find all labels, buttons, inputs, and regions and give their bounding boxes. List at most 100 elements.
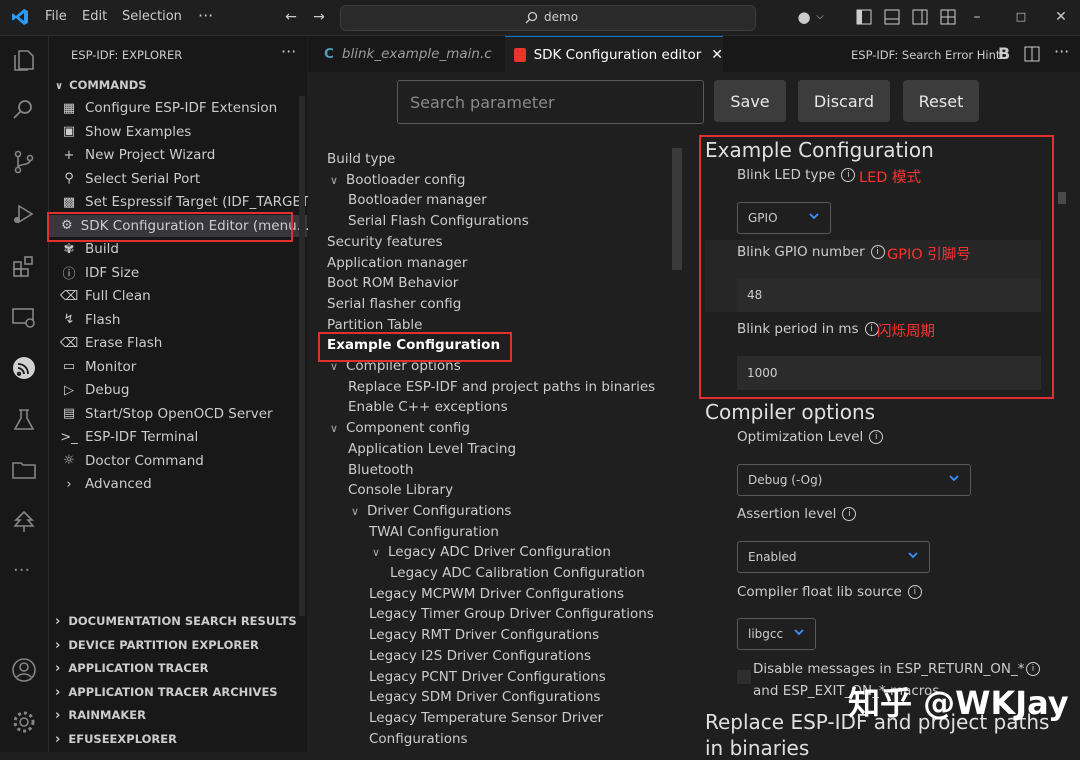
sidebar-command-item[interactable]: >_ESP-IDF Terminal [61,426,198,448]
espressif-icon[interactable] [10,354,38,382]
sidebar-command-item[interactable]: ▣Show Examples [61,121,191,143]
config-tree-item[interactable]: Configurations [369,731,468,747]
config-tree-item[interactable]: Enable C++ exceptions [348,399,508,415]
toggle-secondary-sidebar-icon[interactable] [912,9,928,25]
explorer-icon[interactable] [10,46,38,74]
save-button[interactable]: Save [714,80,786,122]
config-tree-item[interactable]: Legacy SDM Driver Configurations [369,689,600,705]
more-icon[interactable]: ··· [13,560,30,581]
remote-explorer-icon[interactable] [10,304,38,332]
sidebar-section-header[interactable]: ›DEVICE PARTITION EXPLORER [55,638,259,653]
sidebar-command-item[interactable]: ⚲Select Serial Port [61,168,200,190]
account-icon[interactable] [10,656,38,684]
config-tree-item[interactable]: Legacy RMT Driver Configurations [369,627,599,643]
toggle-panel-icon[interactable] [884,9,900,25]
config-tree-item[interactable]: ∨Legacy ADC Driver Configuration [372,544,611,560]
menu-selection[interactable]: Selection [122,9,182,24]
sidebar-command-item[interactable]: ▭Monitor [61,356,136,378]
config-tree-item[interactable]: Boot ROM Behavior [327,275,458,291]
command-center[interactable]: demo [340,5,756,31]
config-tree-item[interactable]: Legacy MCPWM Driver Configurations [369,586,624,602]
sidebar-command-item[interactable]: ☼Doctor Command [61,450,204,472]
sidebar-command-item[interactable]: ⌫Full Clean [61,285,151,307]
config-tree-item[interactable]: Console Library [348,482,453,498]
sidebar-command-item[interactable]: ▤Start/Stop OpenOCD Server [61,403,273,425]
extensions-icon[interactable] [10,252,38,280]
menu-more[interactable]: ··· [198,6,213,25]
forward-arrow-icon[interactable]: → [310,8,328,26]
folder-icon[interactable] [10,456,38,484]
config-tree-item[interactable]: TWAI Configuration [369,524,499,540]
search-icon[interactable] [10,96,38,124]
info-icon[interactable]: i [1026,662,1040,676]
assertion-level-select[interactable]: Enabled [737,541,930,573]
disable-messages-checkbox[interactable] [737,670,751,684]
manage-gear-icon[interactable] [10,708,38,736]
bold-b-icon[interactable]: B [998,44,1010,63]
back-arrow-icon[interactable]: ← [282,8,300,26]
sidebar-command-item[interactable]: +New Project Wizard [61,144,215,166]
sidebar-command-item[interactable]: ›Advanced [61,473,152,495]
toggle-sidebar-icon[interactable] [856,9,872,25]
chevron-down-icon[interactable]: ⌵ [811,8,829,26]
tab-blink-example-main[interactable]: C blink_example_main.c [308,36,504,72]
sidebar-command-item[interactable]: ↯Flash [61,309,120,331]
config-tree-item[interactable]: ∨Driver Configurations [351,503,511,519]
layout-icon[interactable] [940,9,956,25]
info-icon[interactable]: i [842,507,856,521]
config-tree-item[interactable]: Bootloader manager [348,192,487,208]
maximize-icon[interactable]: □ [1012,8,1030,26]
config-tree-item[interactable]: Legacy Timer Group Driver Configurations [369,606,654,622]
split-editor-icon[interactable] [1024,46,1040,62]
sidebar-more-icon[interactable]: ··· [281,42,296,61]
blink-gpio-input[interactable]: 48 [737,278,1041,312]
close-icon[interactable]: ✕ [1052,8,1070,26]
config-tree-item[interactable]: Security features [327,234,443,250]
config-tree-item[interactable]: Application Level Tracing [348,441,516,457]
sidebar-command-item[interactable]: ⓘIDF Size [61,262,139,284]
optimization-level-select[interactable]: Debug (-Og) [737,464,971,496]
info-icon[interactable]: i [841,168,855,182]
tree-icon[interactable] [10,508,38,536]
reset-button[interactable]: Reset [903,80,979,122]
config-tree-item[interactable]: ∨Component config [330,420,470,436]
search-error-hint[interactable]: ESP-IDF: Search Error Hint [851,48,1000,62]
config-tree-item[interactable]: Serial flasher config [327,296,461,312]
menu-file[interactable]: File [45,9,67,24]
config-tree-item[interactable]: Build type [327,151,395,167]
tab-sdk-config-editor[interactable]: SDK Configuration editor ✕ [505,36,723,73]
sidebar-command-item[interactable]: ⌫Erase Flash [61,332,162,354]
blink-period-input[interactable]: 1000 [737,356,1041,390]
source-control-icon[interactable] [10,148,38,176]
discard-button[interactable]: Discard [798,80,890,122]
tree-scrollbar[interactable] [672,148,682,270]
info-icon[interactable]: i [908,585,922,599]
menu-edit[interactable]: Edit [82,9,107,24]
editor-more-icon[interactable]: ··· [1054,42,1069,61]
close-tab-icon[interactable]: ✕ [711,47,723,63]
sidebar-scrollbar[interactable] [299,96,305,616]
sidebar-command-item[interactable]: ▷Debug [61,379,129,401]
commands-header[interactable]: ∨COMMANDS [55,78,147,92]
config-tree-item[interactable]: Replace ESP-IDF and project paths in bin… [348,379,655,395]
config-tree-item[interactable]: Legacy ADC Calibration Configuration [390,565,645,581]
sidebar-section-header[interactable]: ›EFUSEEXPLORER [55,732,177,747]
sidebar-section-header[interactable]: ›DOCUMENTATION SEARCH RESULTS [55,614,297,629]
config-tree-item[interactable]: Legacy Temperature Sensor Driver [369,710,603,726]
sidebar-command-item[interactable]: ▦Configure ESP-IDF Extension [61,97,277,119]
run-debug-icon[interactable] [10,200,38,228]
config-tree-item[interactable]: Legacy I2S Driver Configurations [369,648,591,664]
config-tree-item[interactable]: ∨Bootloader config [330,172,465,188]
testing-icon[interactable] [10,406,38,434]
float-lib-select[interactable]: libgcc [737,618,816,650]
config-tree-item[interactable]: Serial Flash Configurations [348,213,529,229]
config-tree-item[interactable]: Bluetooth [348,462,414,478]
panel-scrollbar[interactable] [1058,192,1066,204]
sidebar-section-header[interactable]: ›APPLICATION TRACER ARCHIVES [55,685,278,700]
config-tree-item[interactable]: Partition Table [327,317,422,333]
sidebar-section-header[interactable]: ›APPLICATION TRACER [55,661,208,676]
info-icon[interactable]: i [871,245,885,259]
sidebar-command-item[interactable]: ▩Set Espressif Target (IDF_TARGET) [61,191,315,213]
blink-led-type-select[interactable]: GPIO [737,202,831,234]
sidebar-section-header[interactable]: ›RAINMAKER [55,708,146,723]
